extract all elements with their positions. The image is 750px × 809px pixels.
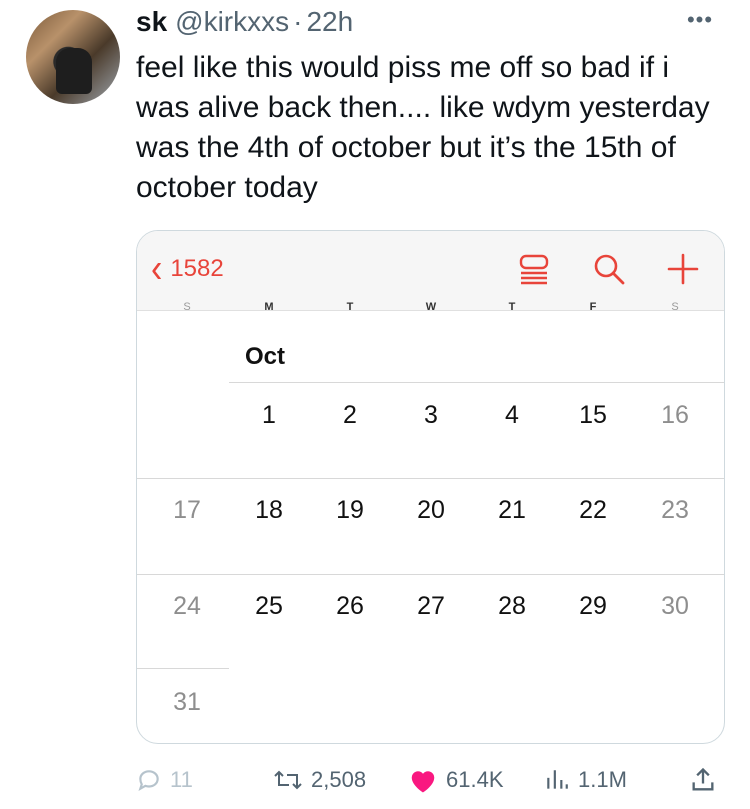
plus-icon[interactable] bbox=[665, 251, 701, 287]
author-name[interactable]: sk bbox=[136, 6, 167, 38]
day-cell[interactable]: 23 bbox=[650, 496, 700, 525]
day-cell[interactable]: 21 bbox=[487, 496, 537, 525]
day-cell[interactable]: 19 bbox=[325, 496, 375, 525]
weekday-mon: M bbox=[264, 301, 274, 313]
day-cell[interactable]: 22 bbox=[568, 496, 618, 525]
weekday-thu: T bbox=[508, 301, 516, 313]
day-cell[interactable]: 17 bbox=[162, 496, 212, 525]
search-icon[interactable] bbox=[591, 251, 627, 287]
weekday-sat: S bbox=[671, 301, 679, 313]
author-handle[interactable]: @kirkxxs bbox=[175, 6, 289, 38]
day-cell[interactable]: 3 bbox=[406, 401, 456, 430]
divider bbox=[137, 574, 724, 575]
heart-icon bbox=[411, 771, 435, 793]
reply-button[interactable]: 11 bbox=[136, 760, 193, 800]
weekday-tue: T bbox=[346, 301, 354, 313]
day-cell[interactable]: 2 bbox=[325, 401, 375, 430]
like-button[interactable]: 61.4K bbox=[408, 760, 504, 800]
calendar-screenshot[interactable]: ‹ 1582 S M T W T F S Oct 1 2 3 4 15 16 1… bbox=[136, 230, 725, 744]
reply-count: 11 bbox=[170, 767, 193, 792]
day-cell[interactable]: 30 bbox=[650, 592, 700, 621]
avatar[interactable] bbox=[26, 10, 120, 104]
divider bbox=[229, 382, 724, 383]
day-cell[interactable]: 4 bbox=[487, 401, 537, 430]
weekday-fri: F bbox=[589, 301, 597, 313]
back-label: 1582 bbox=[170, 255, 224, 282]
weekday-wed: W bbox=[425, 301, 437, 313]
day-cell[interactable]: 20 bbox=[406, 496, 456, 525]
back-button[interactable]: ‹ 1582 bbox=[151, 246, 224, 292]
retweet-count: 2,508 bbox=[311, 767, 367, 792]
weekday-sun: S bbox=[183, 301, 191, 313]
day-cell[interactable]: 25 bbox=[244, 592, 294, 621]
day-cell[interactable]: 31 bbox=[162, 688, 212, 717]
month-label: Oct bbox=[245, 343, 286, 370]
header-separator: · bbox=[293, 6, 303, 37]
day-cell[interactable]: 28 bbox=[487, 592, 537, 621]
divider bbox=[137, 478, 724, 479]
tweet-time[interactable]: 22h bbox=[306, 6, 353, 38]
chevron-left-icon: ‹ bbox=[151, 246, 163, 292]
day-cell[interactable]: 16 bbox=[650, 401, 700, 430]
tweet-actions: 11 2,508 61.4K 1.1M bbox=[136, 760, 726, 800]
tweet-text: feel like this would piss me off so bad … bbox=[136, 51, 710, 204]
day-cell[interactable]: 27 bbox=[406, 592, 456, 621]
day-cell[interactable]: 1 bbox=[244, 401, 294, 430]
views-button[interactable]: 1.1M bbox=[544, 760, 627, 800]
share-icon bbox=[692, 767, 714, 791]
retweet-button[interactable]: 2,508 bbox=[273, 760, 366, 800]
share-button[interactable] bbox=[689, 760, 725, 800]
day-cell[interactable]: 26 bbox=[325, 592, 375, 621]
day-cell[interactable]: 24 bbox=[162, 592, 212, 621]
divider bbox=[137, 668, 229, 669]
calendar-toolbar: ‹ 1582 S M T W T F S bbox=[137, 231, 724, 313]
more-horizontal-icon[interactable]: ••• bbox=[680, 8, 720, 32]
day-cell[interactable]: 18 bbox=[244, 496, 294, 525]
tweet-header: sk @kirkxxs · 22h bbox=[136, 6, 353, 38]
day-cell[interactable]: 29 bbox=[568, 592, 618, 621]
views-count: 1.1M bbox=[578, 767, 627, 792]
views-bar-chart-icon bbox=[547, 770, 568, 789]
day-cell[interactable]: 15 bbox=[568, 401, 618, 430]
reply-icon bbox=[138, 770, 159, 791]
retweet-icon bbox=[274, 770, 302, 790]
list-icon[interactable] bbox=[516, 251, 552, 287]
like-count: 61.4K bbox=[446, 767, 504, 792]
